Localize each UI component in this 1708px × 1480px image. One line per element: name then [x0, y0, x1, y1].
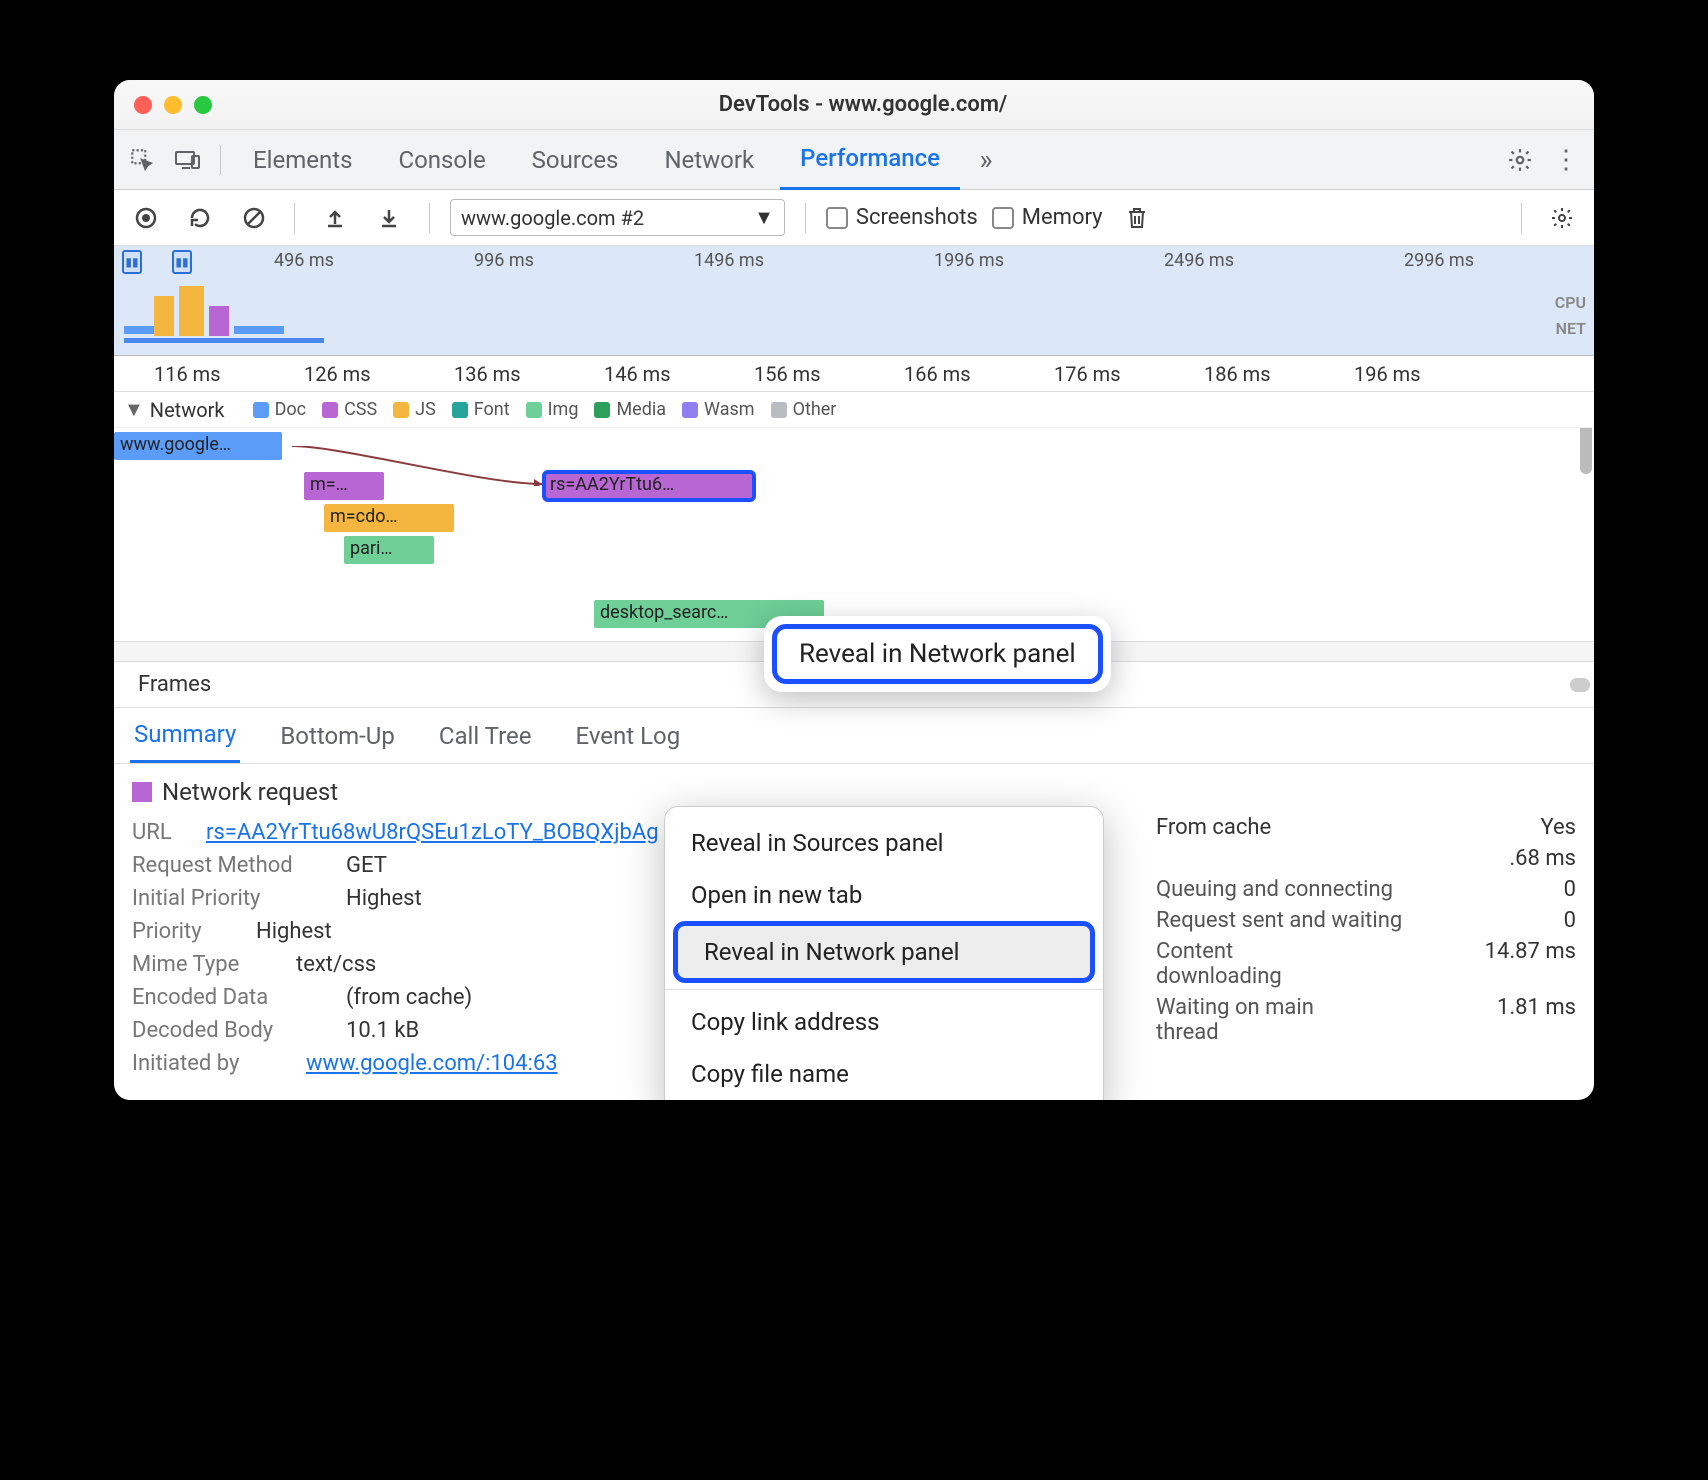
content-label: Content downloading: [1156, 939, 1356, 989]
frames-label: Frames: [138, 672, 211, 697]
titlebar: DevTools - www.google.com/: [114, 80, 1594, 130]
queuing-label: Queuing and connecting: [1156, 877, 1393, 902]
initiated-label: Initiated by: [132, 1051, 292, 1076]
legend-item: Doc: [253, 399, 307, 420]
network-track-header[interactable]: ▼ Network Doc CSS JS Font Img Media Wasm Other: [114, 392, 1594, 428]
reveal-tooltip: Reveal in Network panel: [764, 616, 1111, 692]
network-bars: www.google…m=…rs=AA2YrTtu6…m=cdo…pari…de…: [114, 432, 1578, 641]
devtools-window: DevTools - www.google.com/ Elements Cons…: [114, 80, 1594, 1100]
network-request-bar[interactable]: www.google…: [114, 432, 282, 460]
mime-label: Mime Type: [132, 952, 282, 977]
initprio-value: Highest: [346, 886, 422, 911]
device-toggle-icon[interactable]: [168, 140, 208, 180]
legend-item: CSS: [322, 399, 377, 420]
network-track[interactable]: ▼ Network DocCSSJSFontImgMediaWasmOther …: [114, 392, 1594, 642]
prio-value: Highest: [256, 919, 332, 944]
clear-icon[interactable]: [234, 198, 274, 238]
overview-range-handles[interactable]: ▮▮▮▮: [122, 250, 192, 274]
decoded-value: 10.1 kB: [346, 1018, 419, 1043]
prio-label: Priority: [132, 919, 242, 944]
bottom-tabs: Summary Bottom-Up Call Tree Event Log: [114, 708, 1594, 764]
duration-value: .68 ms: [1509, 846, 1576, 871]
encoded-value: (from cache): [346, 985, 472, 1010]
initprio-label: Initial Priority: [132, 886, 332, 911]
close-icon[interactable]: [134, 96, 152, 114]
record-icon[interactable]: [126, 198, 166, 238]
fromcache-value: Yes: [1540, 815, 1576, 840]
encoded-label: Encoded Data: [132, 985, 332, 1010]
waiting-value: 1.81 ms: [1497, 995, 1576, 1045]
timeline-ruler: 116 ms 126 ms 136 ms 146 ms 156 ms 166 m…: [114, 356, 1594, 392]
chevron-down-icon: ▼: [754, 205, 774, 230]
context-menu-item[interactable]: Reveal in Sources panel: [665, 817, 1103, 869]
legend-item: Other: [771, 399, 837, 420]
tab-sources[interactable]: Sources: [512, 130, 639, 190]
tab-event-log[interactable]: Event Log: [571, 710, 684, 762]
tab-bottom-up[interactable]: Bottom-Up: [276, 710, 399, 762]
main-tabbar: Elements Console Sources Network Perform…: [114, 130, 1594, 190]
overview-minimap[interactable]: ▮▮▮▮ 496 ms 996 ms 1496 ms 1996 ms 2496 …: [114, 246, 1594, 356]
divider: [220, 145, 221, 175]
tab-call-tree[interactable]: Call Tree: [435, 710, 536, 762]
overview-cpu-chart: [124, 276, 384, 346]
legend-item: JS: [393, 399, 436, 420]
context-menu-item[interactable]: Copy link address: [665, 996, 1103, 1048]
context-menu: Reveal in Sources panelOpen in new tabRe…: [664, 806, 1104, 1100]
legend-item: Wasm: [682, 399, 755, 420]
initiated-link[interactable]: www.google.com/:104:63: [306, 1051, 558, 1076]
context-menu-item[interactable]: Copy file name: [665, 1048, 1103, 1100]
legend-item: Img: [526, 399, 579, 420]
panel-settings-icon[interactable]: [1542, 198, 1582, 238]
tab-elements[interactable]: Elements: [233, 130, 372, 190]
tab-console[interactable]: Console: [378, 130, 505, 190]
window-title: DevTools - www.google.com/: [152, 92, 1574, 117]
screenshots-checkbox[interactable]: Screenshots: [826, 205, 978, 230]
reqsent-value: 0: [1564, 908, 1576, 933]
queuing-value: 0: [1564, 877, 1576, 902]
summary-details: Network request URL rs=AA2YrTtu68wU8rQSEu…: [114, 764, 1594, 1100]
decoded-label: Decoded Body: [132, 1018, 332, 1043]
track-label: Network: [150, 398, 225, 422]
color-swatch: [132, 782, 152, 802]
url-label: URL: [132, 820, 192, 845]
details-header: Network request: [132, 778, 1576, 806]
url-link[interactable]: rs=AA2YrTtu68wU8rQSEu1zLoTY_BOBQXjbAg: [206, 820, 659, 845]
tab-performance[interactable]: Performance: [780, 130, 960, 190]
reqsent-label: Request sent and waiting: [1156, 908, 1402, 933]
collapse-icon[interactable]: ▼: [124, 397, 144, 422]
performance-toolbar: www.google.com #2 ▼ Screenshots Memory: [114, 190, 1594, 246]
timing-column: From cache Yes .68 ms Queuing and connect…: [1156, 812, 1576, 1048]
method-value: GET: [346, 853, 387, 878]
method-label: Request Method: [132, 853, 332, 878]
tab-network[interactable]: Network: [644, 130, 774, 190]
more-tabs-icon[interactable]: »: [966, 140, 1006, 180]
content-value: 14.87 ms: [1485, 939, 1576, 989]
waiting-label: Waiting on main thread: [1156, 995, 1356, 1045]
legend-item: Font: [452, 399, 510, 420]
tab-summary[interactable]: Summary: [130, 708, 240, 763]
download-icon[interactable]: [369, 198, 409, 238]
tooltip-text: Reveal in Network panel: [772, 624, 1103, 684]
network-request-bar[interactable]: rs=AA2YrTtu6…: [544, 472, 754, 500]
network-request-bar[interactable]: pari…: [344, 536, 434, 564]
kebab-menu-icon[interactable]: ⋮: [1546, 140, 1586, 180]
upload-icon[interactable]: [315, 198, 355, 238]
recording-name: www.google.com #2: [461, 206, 644, 230]
network-request-bar[interactable]: m=cdo…: [324, 504, 454, 532]
scrollbar-thumb[interactable]: [1570, 678, 1590, 692]
fromcache-label: From cache: [1156, 815, 1271, 840]
overview-lane-labels: CPUNET: [1555, 290, 1586, 342]
trash-icon[interactable]: [1117, 198, 1157, 238]
context-menu-item[interactable]: Reveal in Network panel: [673, 921, 1095, 983]
inspect-icon[interactable]: [122, 140, 162, 180]
context-menu-item[interactable]: Open in new tab: [665, 869, 1103, 921]
legend-item: Media: [594, 399, 666, 420]
memory-checkbox[interactable]: Memory: [992, 205, 1103, 230]
settings-icon[interactable]: [1500, 140, 1540, 180]
mime-value: text/css: [296, 952, 376, 977]
recording-selector[interactable]: www.google.com #2 ▼: [450, 199, 785, 236]
reload-record-icon[interactable]: [180, 198, 220, 238]
network-legend: Doc CSS JS Font Img Media Wasm Other: [253, 399, 837, 420]
network-request-bar[interactable]: m=…: [304, 472, 384, 500]
